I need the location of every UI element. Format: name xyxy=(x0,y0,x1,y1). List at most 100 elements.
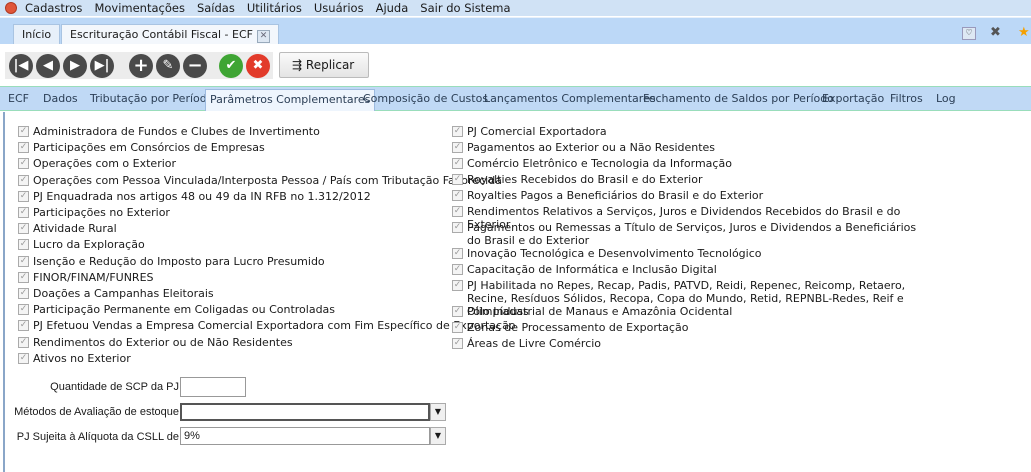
checkbox-checked-icon[interactable]: ✓ xyxy=(452,338,463,349)
tab-1[interactable]: Dados xyxy=(43,92,78,105)
checkbox-item[interactable]: ✓ Zonas de Processamento de Exportação xyxy=(452,321,922,334)
add-icon[interactable]: + xyxy=(129,54,153,78)
checkbox-item[interactable]: ✓ Inovação Tecnológica e Desenvolvimento … xyxy=(452,247,922,260)
previous-record-icon[interactable]: ◀ xyxy=(36,54,60,78)
replicate-icon: ⇶ xyxy=(292,58,303,72)
checkbox-item[interactable]: ✓ Operações com o Exterior xyxy=(18,157,176,170)
menu-item[interactable]: Cadastros xyxy=(25,1,82,15)
checkbox-item[interactable]: ✓ Capacitação de Informática e Inclusão D… xyxy=(452,263,922,276)
checkbox-checked-icon[interactable]: ✓ xyxy=(18,255,29,267)
checkbox-item[interactable]: ✓ Pagamentos ao Exterior ou a Não Residen… xyxy=(452,141,922,154)
close-tab-icon[interactable]: ✕ xyxy=(256,30,270,43)
checkbox-checked-icon[interactable]: ✓ xyxy=(452,264,463,275)
tab-8[interactable]: Filtros xyxy=(890,92,923,105)
checkbox-item[interactable]: ✓ Comércio Eletrônico e Tecnologia da Inf… xyxy=(452,157,922,170)
tab-ecf[interactable]: Escrituração Contábil Fiscal - ECF ✕ xyxy=(61,24,279,45)
checkbox-checked-icon[interactable]: ✓ xyxy=(452,126,463,137)
pin-icon[interactable]: ✖ xyxy=(990,25,1001,40)
csll-label: PJ Sujeita à Alíquota da CSLL de xyxy=(16,431,179,443)
checkbox-label: Isenção e Redução do Imposto para Lucro … xyxy=(33,254,325,268)
tab-9[interactable]: Log xyxy=(936,92,956,105)
favorite-star-icon[interactable]: ★ xyxy=(1018,25,1030,40)
cancel-x-icon[interactable]: ✖ xyxy=(246,54,270,78)
checkbox-item[interactable]: ✓ Áreas de Livre Comércio xyxy=(452,337,922,350)
checkbox-item[interactable]: ✓ Ativos no Exterior xyxy=(18,352,131,365)
checkbox-checked-icon[interactable]: ✓ xyxy=(18,223,29,235)
checkbox-label: Royalties Pagos a Beneficiários do Brasi… xyxy=(467,189,764,202)
checkbox-item[interactable]: ✓ Pagamentos ou Remessas a Título de Serv… xyxy=(452,221,922,247)
checkbox-checked-icon[interactable]: ✓ xyxy=(18,336,29,348)
tab-7[interactable]: Exportação xyxy=(822,92,884,105)
chevron-down-icon[interactable]: ▼ xyxy=(430,403,446,421)
checkbox-checked-icon[interactable]: ✓ xyxy=(18,190,29,202)
checkbox-checked-icon[interactable]: ✓ xyxy=(452,206,463,217)
menu-item[interactable]: Utilitários xyxy=(247,1,302,15)
checkbox-checked-icon[interactable]: ✓ xyxy=(452,280,463,291)
checkbox-item[interactable]: ✓ Royalties Pagos a Beneficiários do Bras… xyxy=(452,189,922,202)
checkbox-label: Inovação Tecnológica e Desenvolvimento T… xyxy=(467,247,762,260)
tab-6[interactable]: Fechamento de Saldos por Período xyxy=(643,92,834,105)
tab-0[interactable]: ECF xyxy=(8,92,29,105)
first-record-icon[interactable]: |◀ xyxy=(9,54,33,78)
checkbox-checked-icon[interactable]: ✓ xyxy=(452,306,463,317)
chevron-down-icon[interactable]: ▼ xyxy=(430,427,446,445)
csll-rate-select[interactable]: 9% xyxy=(180,427,430,445)
checkbox-item[interactable]: ✓ Royalties Recebidos do Brasil e do Exte… xyxy=(452,173,922,186)
checkbox-checked-icon[interactable]: ✓ xyxy=(18,288,29,299)
parameters-panel: Quantidade de SCP da PJ Métodos de Avali… xyxy=(3,112,1031,472)
checkbox-item[interactable]: ✓ FINOR/FINAM/FUNRES xyxy=(18,271,154,284)
checkbox-checked-icon[interactable]: ✓ xyxy=(18,207,29,218)
checkbox-checked-icon[interactable]: ✓ xyxy=(452,248,463,259)
tab-3[interactable]: Parâmetros Complementares xyxy=(205,89,376,111)
replicate-button[interactable]: ⇶ Replicar xyxy=(279,52,369,78)
delete-minus-icon[interactable]: − xyxy=(183,54,207,78)
checkbox-label: Operações com o Exterior xyxy=(33,157,177,171)
tab-2[interactable]: Tributação por Período xyxy=(90,92,213,105)
last-record-icon[interactable]: ▶| xyxy=(90,54,114,78)
checkbox-item[interactable]: ✓ Atividade Rural xyxy=(18,222,117,235)
checkbox-item[interactable]: ✓ Rendimentos do Exterior ou de Não Resid… xyxy=(18,336,293,349)
checkbox-checked-icon[interactable]: ✓ xyxy=(18,320,29,332)
dropdown-heart-icon[interactable]: ♡ xyxy=(962,27,976,40)
checkbox-checked-icon[interactable]: ✓ xyxy=(452,174,463,185)
checkbox-item[interactable]: ✓ Operações com Pessoa Vinculada/Interpos… xyxy=(18,174,502,187)
checkbox-item[interactable]: ✓ PJ Enquadrada nos artigos 48 ou 49 da I… xyxy=(18,190,371,203)
checkbox-checked-icon[interactable]: ✓ xyxy=(18,158,29,170)
menu-item[interactable]: Movimentações xyxy=(94,1,185,15)
checkbox-checked-icon[interactable]: ✓ xyxy=(452,322,463,333)
checkbox-checked-icon[interactable]: ✓ xyxy=(452,158,463,169)
confirm-check-icon[interactable]: ✔ xyxy=(219,54,243,78)
checkbox-item[interactable]: ✓ PJ Comercial Exportadora xyxy=(452,125,922,138)
menu-item[interactable]: Usuários xyxy=(314,1,364,15)
checkbox-checked-icon[interactable]: ✓ xyxy=(18,304,29,316)
checkbox-item[interactable]: ✓ Doações a Campanhas Eleitorais xyxy=(18,287,214,300)
checkbox-item[interactable]: ✓ Isenção e Redução do Imposto para Lucro… xyxy=(18,255,325,268)
checkbox-item[interactable]: ✓ Participações em Consórcios de Empresas xyxy=(18,141,265,154)
tab-inicio[interactable]: Início xyxy=(13,24,61,45)
checkbox-item[interactable]: ✓ PJ Efetuou Vendas a Empresa Comercial E… xyxy=(18,319,516,332)
menu-item[interactable]: Saídas xyxy=(197,1,235,15)
next-record-icon[interactable]: ▶ xyxy=(63,54,87,78)
checkbox-checked-icon[interactable]: ✓ xyxy=(18,352,29,364)
menu-item[interactable]: Sair do Sistema xyxy=(420,1,510,15)
app-logo-icon xyxy=(5,2,17,14)
tab-4[interactable]: Composição de Custos xyxy=(363,92,488,105)
checkbox-item[interactable]: ✓ Administradora de Fundos e Clubes de In… xyxy=(18,125,320,138)
checkbox-checked-icon[interactable]: ✓ xyxy=(452,142,463,153)
checkbox-item[interactable]: ✓ Participação Permanente em Coligadas ou… xyxy=(18,303,335,316)
tab-5[interactable]: Lançamentos Complementares xyxy=(484,92,656,105)
estoque-method-select[interactable] xyxy=(180,403,430,421)
checkbox-checked-icon[interactable]: ✓ xyxy=(18,239,29,251)
menu-item[interactable]: Ajuda xyxy=(376,1,409,15)
checkbox-checked-icon[interactable]: ✓ xyxy=(18,126,29,137)
checkbox-checked-icon[interactable]: ✓ xyxy=(18,142,29,154)
scp-quantity-input[interactable] xyxy=(180,377,246,397)
checkbox-item[interactable]: ✓ Pólo Industrial de Manaus e Amazônia Oc… xyxy=(452,305,922,318)
checkbox-checked-icon[interactable]: ✓ xyxy=(18,271,29,283)
checkbox-checked-icon[interactable]: ✓ xyxy=(452,190,463,201)
edit-pencil-icon[interactable]: ✎ xyxy=(156,54,180,78)
checkbox-checked-icon[interactable]: ✓ xyxy=(452,222,463,233)
checkbox-checked-icon[interactable]: ✓ xyxy=(18,174,29,186)
checkbox-item[interactable]: ✓ Lucro da Exploração xyxy=(18,238,145,251)
checkbox-item[interactable]: ✓ Participações no Exterior xyxy=(18,206,170,219)
